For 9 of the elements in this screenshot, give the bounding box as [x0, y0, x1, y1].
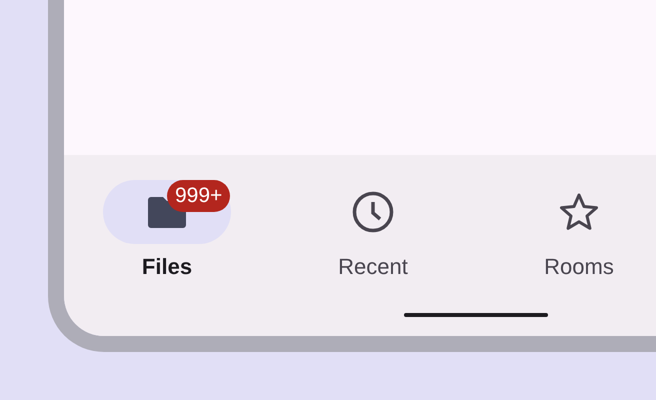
count-badge: 999+	[167, 180, 230, 212]
nav-label: Recent	[338, 254, 408, 280]
clock-icon	[352, 191, 394, 233]
nav-item[interactable]: Rooms	[476, 180, 656, 280]
nav-label: Rooms	[544, 254, 614, 280]
star-icon	[558, 192, 600, 232]
nav-label: Files	[142, 254, 192, 280]
nav-item[interactable]: 999+ Files	[64, 180, 270, 280]
nav-item[interactable]: Recent	[270, 180, 476, 280]
